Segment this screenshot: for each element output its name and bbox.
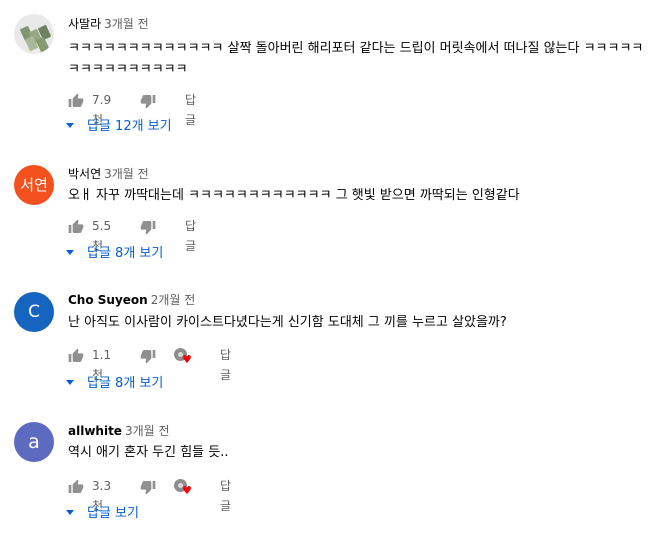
thumb-down-icon [140, 94, 156, 108]
timestamp[interactable]: 2개월 전 [151, 293, 196, 307]
reply-button[interactable]: 답글 [220, 345, 231, 382]
author-name[interactable]: 사딸라 [68, 17, 101, 31]
author-name[interactable]: Cho Suyeon [68, 293, 148, 307]
avatar-letter: a [28, 431, 40, 453]
view-replies-label: 답글 8개 보기 [87, 246, 164, 261]
like-button[interactable] [68, 345, 84, 365]
author-name[interactable]: 박서연 [68, 167, 101, 181]
avatar[interactable]: 서연 [14, 165, 54, 205]
like-button[interactable] [68, 90, 84, 110]
comment-text: 난 아직도 이사람이 카이스트다녔다는게 신기함 도대체 그 끼를 누르고 살았… [68, 315, 507, 330]
comment-text: 오ㅐ 자꾸 까딱대는데 ㅋㅋㅋㅋㅋㅋㅋㅋㅋㅋㅋㅋ 그 햇빛 받으면 까딱되는 인… [68, 188, 520, 203]
comment-header: allwhite 3개월 전 [68, 424, 170, 439]
caret-down-icon [66, 250, 74, 255]
avatar-letter: 서연 [20, 176, 48, 194]
avatar-letter: C [28, 302, 40, 322]
creator-heart-icon: ♥ [173, 477, 193, 497]
comment-header: Cho Suyeon 2개월 전 [68, 293, 195, 308]
thumb-down-icon [140, 480, 156, 494]
timestamp[interactable]: 3개월 전 [104, 17, 149, 31]
caret-down-icon [66, 380, 74, 385]
reply-button[interactable]: 답글 [220, 476, 231, 513]
like-button[interactable] [68, 476, 84, 496]
comment-header: 사딸라 3개월 전 [68, 17, 149, 32]
creator-heart: ♥ [173, 476, 193, 496]
avatar[interactable]: C [14, 292, 54, 332]
caret-down-icon [66, 123, 74, 128]
view-replies-label: 답글 보기 [87, 506, 139, 521]
dislike-button[interactable] [140, 476, 156, 496]
thumb-up-icon [68, 219, 84, 233]
view-replies-button[interactable]: 답글 12개 보기 [66, 116, 172, 138]
comment-text: ㅋㅋㅋㅋㅋㅋㅋㅋㅋㅋㅋㅋㅋ 살짝 돌아버린 해리포터 같다는 드립이 머릿속에서… [68, 41, 644, 77]
comment-header: 박서연 3개월 전 [68, 167, 149, 182]
like-count: 7.9천 [92, 93, 112, 127]
thumb-down-icon [140, 349, 156, 363]
reply-button[interactable]: 답글 [185, 90, 196, 127]
creator-heart: ♥ [173, 345, 193, 365]
caret-down-icon [66, 510, 74, 515]
like-count: 3.3천 [92, 479, 112, 513]
thumb-up-icon [68, 348, 84, 362]
view-replies-label: 답글 12개 보기 [87, 119, 172, 134]
view-replies-button[interactable]: 답글 8개 보기 [66, 243, 163, 265]
avatar[interactable]: a [14, 422, 54, 462]
dislike-button[interactable] [140, 90, 156, 110]
like-button[interactable] [68, 216, 84, 236]
view-replies-button[interactable]: 답글 보기 [66, 503, 139, 525]
avatar[interactable] [14, 14, 54, 54]
view-replies-label: 답글 8개 보기 [87, 376, 164, 391]
comment-text: 역시 애기 혼자 두긴 힘들 듯.. [68, 445, 229, 460]
reply-button[interactable]: 답글 [185, 216, 196, 253]
creator-heart-icon: ♥ [173, 346, 193, 366]
author-name[interactable]: allwhite [68, 424, 122, 438]
thumb-down-icon [140, 220, 156, 234]
dislike-button[interactable] [140, 345, 156, 365]
view-replies-button[interactable]: 답글 8개 보기 [66, 373, 163, 395]
thumb-up-icon [68, 93, 84, 107]
timestamp[interactable]: 3개월 전 [104, 167, 149, 181]
like-count: 5.5천 [92, 219, 112, 253]
thumb-up-icon [68, 479, 84, 493]
timestamp[interactable]: 3개월 전 [125, 424, 170, 438]
dislike-button[interactable] [140, 216, 156, 236]
like-count: 1.1천 [92, 348, 112, 382]
avatar-image-part [35, 36, 50, 53]
